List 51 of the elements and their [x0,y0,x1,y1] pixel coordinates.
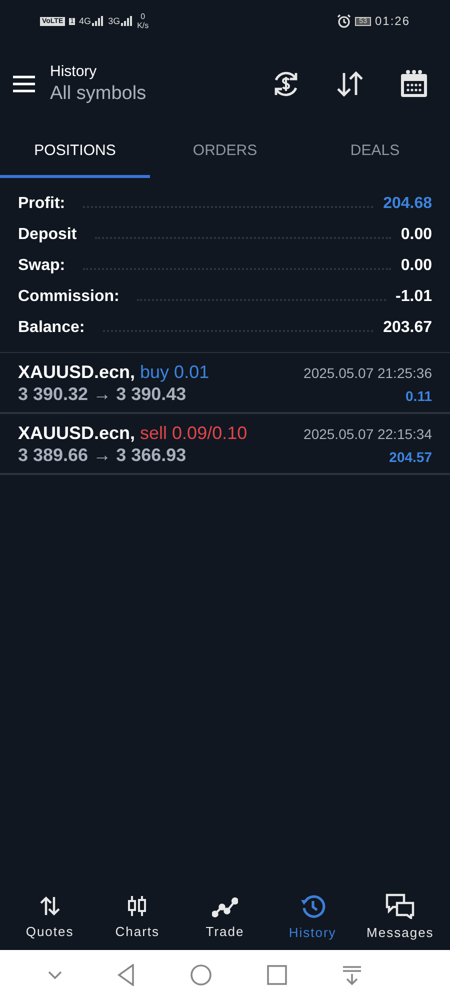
price-range: 3 389.66 → 3 366.93 [18,444,188,466]
trade-profit: 204.57 [389,448,432,465]
chevron-down-icon[interactable] [48,970,62,980]
tab[interactable]: POSITIONS [0,126,150,178]
summary-value: 0.00 [400,226,432,244]
screen-title: History [50,63,98,80]
symbol-filter[interactable]: All symbols [50,83,244,105]
network-type: 4G [79,16,92,26]
summary-label: Profit: [18,194,66,213]
nav-tab[interactable]: Trade [181,882,269,950]
summary-label: Balance: [18,319,85,338]
speed-value: 0 [140,12,146,21]
speed-unit: K/s [137,21,149,30]
symbol-name: XAUUSD.ecn, [18,362,136,383]
position-row[interactable]: XAUUSD.ecn, buy 0.01 3 390.32 → 3 390.43 2025.05.07 21:25:36 0.11 [0,352,450,414]
price-range: 3 390.32 → 3 390.43 [18,384,188,405]
home-icon[interactable] [190,964,212,986]
nav-tab[interactable]: Charts [94,882,182,950]
notification-pull-icon[interactable] [342,965,362,985]
history-icon [300,892,326,918]
menu-icon[interactable] [12,75,36,93]
summary-value: 0.00 [400,256,432,275]
summary-value: 204.68 [383,194,432,213]
summary-label: Swap: [18,256,66,275]
position-row[interactable]: XAUUSD.ecn, sell 0.09/0.10 3 389.66 → 3 366.93 2025.05.07 22:15:34 204.57 [0,414,450,475]
trade-profit: 0.11 [406,388,432,404]
summary-label: Deposit [18,226,77,244]
trade-time: 2025.05.07 21:25:36 [304,364,432,381]
tab[interactable]: DEALS [300,126,450,178]
signal-icon [92,16,104,26]
alarm-icon [337,14,352,28]
summary-label: Commission: [18,288,120,306]
nav-tab[interactable]: Quotes [6,882,94,950]
sort-icon [335,69,365,99]
summary-value: -1.01 [396,288,432,306]
nav-tab[interactable]: Messages [356,882,444,950]
tab[interactable]: ORDERS [150,126,300,178]
signal-icon [121,16,134,26]
trade-volume: buy 0.01 [140,362,210,383]
calendar-icon [399,69,429,99]
summary-value: 203.67 [383,319,432,338]
nav-tab[interactable]: History [268,882,356,950]
back-icon[interactable] [116,964,135,986]
trade-time: 2025.05.07 22:15:34 [304,426,432,442]
up-down-arrows-icon [38,894,62,918]
clock: 01:26 [374,14,410,28]
symbol-name: XAUUSD.ecn, [18,422,136,444]
recents-icon[interactable] [267,965,288,985]
chat-bubbles-icon [385,892,416,918]
network-type: 3G [108,16,120,26]
trade-volume: sell 0.09/0.10 [140,422,248,444]
